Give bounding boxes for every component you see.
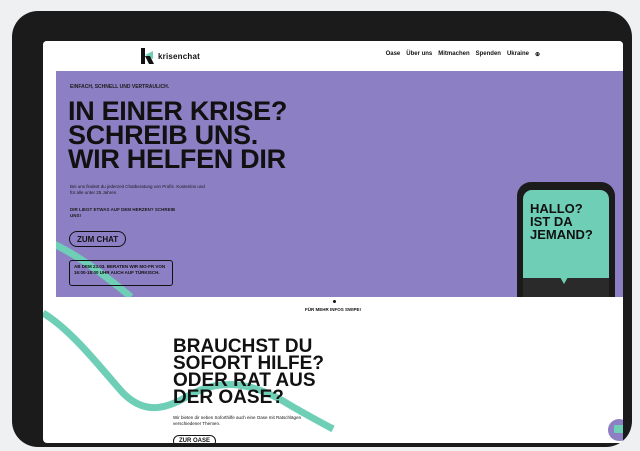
brand-logo[interactable]: krisenchat [141, 48, 200, 64]
oase-headline: BRAUCHST DU SOFORT HILFE? ODER RAT AUS D… [173, 337, 324, 408]
nav-item-spenden[interactable]: Spenden [476, 51, 501, 58]
nav-menu: Oase Über uns Mitmachen Spenden Ukraine … [386, 51, 540, 58]
nav-item-mitmachen[interactable]: Mitmachen [438, 51, 469, 58]
turkish-notice: AB DEM 23.03. BERATEN WIR MO-FR VON 16:0… [69, 260, 173, 286]
krisenchat-logo-icon [141, 48, 154, 64]
nav-item-ukraine[interactable]: Ukraine [507, 51, 529, 58]
phone-bottom [523, 278, 609, 297]
tablet-button [62, 16, 84, 21]
globe-icon[interactable]: ⊕ [535, 51, 540, 58]
carousel-dot[interactable] [333, 300, 336, 303]
tablet-side-button [21, 51, 26, 81]
tablet-frame: krisenchat Oase Über uns Mitmachen Spend… [12, 11, 632, 447]
tablet-button [92, 16, 114, 21]
tablet-screen: krisenchat Oase Über uns Mitmachen Spend… [43, 41, 623, 443]
swipe-hint: FÜR MEHR INFOS SWIPE! [305, 307, 361, 312]
chat-bubble-icon[interactable] [608, 419, 623, 441]
chat-fab-glyph [614, 425, 623, 433]
zur-oase-button[interactable]: ZUR OASE [173, 435, 217, 443]
phone-message-line: JEMAND? [530, 227, 593, 242]
oase-text: Wir bieten dir neben Soforthilfe auch ei… [173, 415, 302, 426]
phone-message: HALLO? IST DA JEMAND? [530, 202, 602, 270]
top-navigation: krisenchat Oase Über uns Mitmachen Spend… [43, 41, 623, 71]
oase-headline-line: DER OASE? [173, 387, 284, 408]
zum-chat-button[interactable]: ZUM CHAT [69, 231, 127, 247]
hero-section: EINFACH, SCHNELL UND VERTRAULICH. IN EIN… [56, 71, 623, 297]
nav-item-oase[interactable]: Oase [386, 51, 401, 58]
nav-item-ueber-uns[interactable]: Über uns [406, 51, 432, 58]
brand-name: krisenchat [158, 51, 201, 61]
phone-illustration: HALLO? IST DA JEMAND? [517, 182, 615, 297]
